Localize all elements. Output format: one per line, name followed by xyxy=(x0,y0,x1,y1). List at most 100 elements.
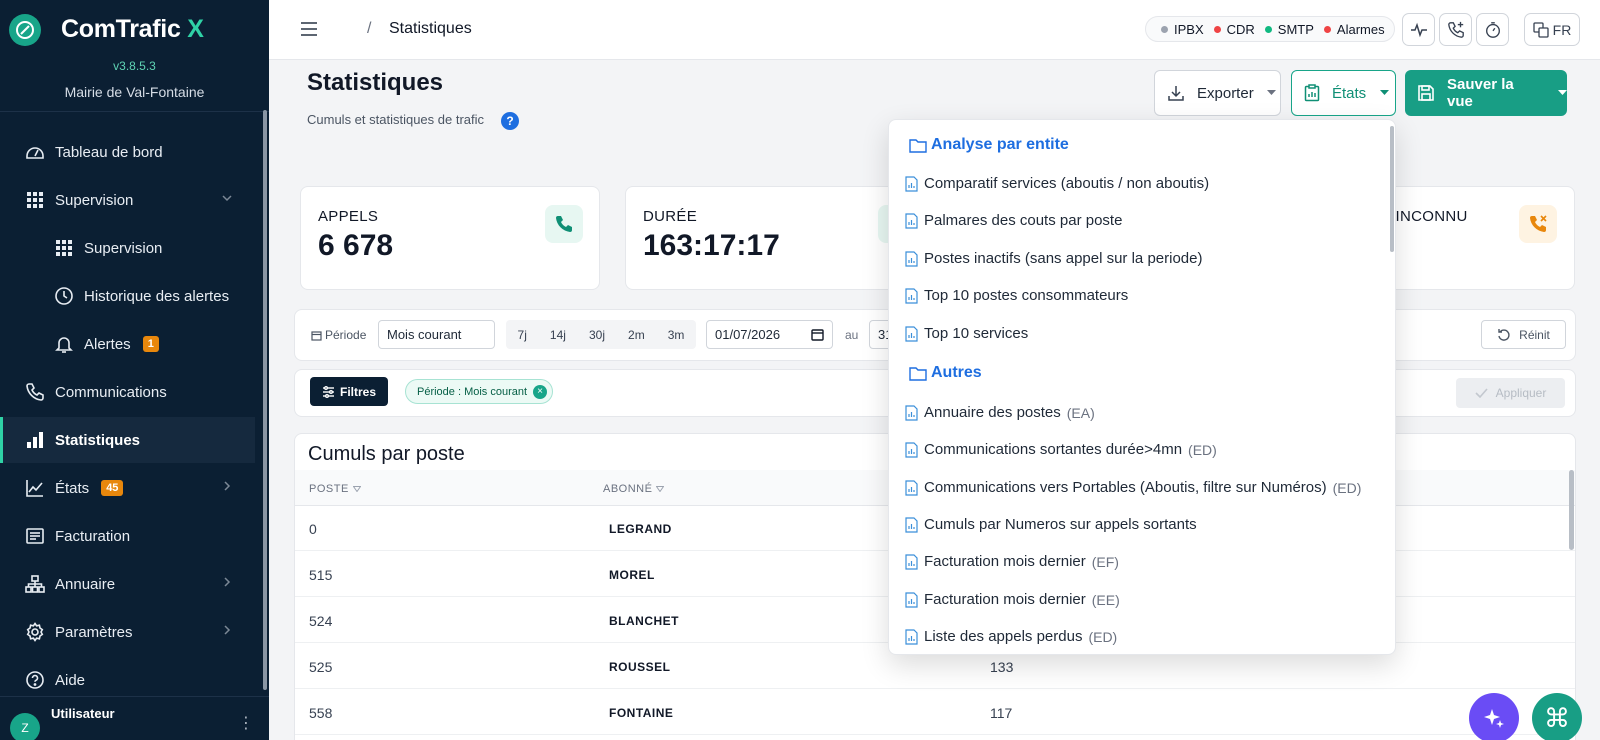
etats-button[interactable]: États xyxy=(1291,70,1396,116)
dropdown-scrollbar[interactable] xyxy=(1390,126,1394,252)
sidebar-subitem-alertes[interactable]: Alertes 1 xyxy=(0,321,255,367)
date-range-au: au xyxy=(845,328,859,342)
user-panel[interactable]: Z Utilisateur ⋮ xyxy=(0,696,269,740)
report-label: Communications vers Portables (Aboutis, … xyxy=(924,479,1327,496)
apply-label: Appliquer xyxy=(1495,386,1547,400)
quick-range-group: 7j 14j 30j 2m 3m xyxy=(506,320,696,349)
apply-button[interactable]: Appliquer xyxy=(1456,378,1565,408)
sidebar-subitem-supervision[interactable]: Supervision xyxy=(0,225,255,271)
cell-abonne: ROUSSEL xyxy=(609,660,671,674)
export-button[interactable]: Exporter xyxy=(1154,70,1281,116)
dropdown-group-autres: Autres xyxy=(909,364,982,382)
table-row[interactable]: 558 FONTAINE 117 xyxy=(295,690,1575,735)
report-code: (EA) xyxy=(1066,404,1095,421)
report-item[interactable]: Liste des appels perdus (ED) xyxy=(905,628,1117,645)
activity-button[interactable] xyxy=(1402,13,1435,46)
sidebar-item-annuaire[interactable]: Annuaire xyxy=(0,561,255,607)
sidebar-subitem-historique-alertes[interactable]: Historique des alertes xyxy=(0,273,255,319)
report-label: Cumuls par Numeros sur appels sortants xyxy=(924,516,1197,533)
etats-count-badge: 45 xyxy=(101,480,124,496)
report-file-icon xyxy=(905,175,918,192)
report-icon xyxy=(1304,84,1320,102)
phone-icon xyxy=(545,205,583,243)
etats-dropdown-menu: Analyse par entite Comparatif services (… xyxy=(888,119,1396,655)
bar-chart-icon xyxy=(24,429,46,451)
service-status: IPBX CDR SMTP Alarmes xyxy=(1145,16,1395,42)
phone-missed-icon xyxy=(1519,205,1557,243)
report-file-icon xyxy=(905,516,918,533)
sidebar-item-communications[interactable]: Communications xyxy=(0,369,255,415)
sidebar-item-label: Supervision xyxy=(55,191,134,209)
filtres-label: Filtres xyxy=(339,384,376,399)
caret-down-icon xyxy=(1558,90,1567,96)
report-item[interactable]: Facturation mois dernier (EF) xyxy=(905,553,1119,570)
report-file-icon xyxy=(905,250,918,267)
report-item[interactable]: Cumuls par Numeros sur appels sortants xyxy=(905,516,1203,533)
report-item[interactable]: Top 10 postes consommateurs xyxy=(905,287,1128,304)
period-select[interactable]: Mois courant xyxy=(378,320,495,349)
chip-close-icon[interactable]: × xyxy=(533,384,548,399)
cell-abonne: FONTAINE xyxy=(609,706,674,720)
call-add-button[interactable] xyxy=(1439,13,1472,46)
report-file-icon xyxy=(905,404,918,421)
status-alarmes: Alarmes xyxy=(1336,21,1385,37)
report-item[interactable]: Postes inactifs (sans appel sur la perio… xyxy=(905,250,1202,267)
menu-toggle-icon[interactable] xyxy=(300,21,318,37)
sidebar-item-tableau-de-bord[interactable]: Tableau de bord xyxy=(0,129,255,175)
column-header-abonne[interactable]: ABONNÉ xyxy=(603,483,665,495)
more-vertical-icon[interactable]: ⋮ xyxy=(238,713,254,733)
language-button[interactable]: FR xyxy=(1524,13,1580,46)
report-file-icon xyxy=(905,628,918,645)
command-palette-button[interactable]: ⌘ xyxy=(1532,693,1582,740)
group-label: Autres xyxy=(931,364,982,381)
ai-assistant-button[interactable] xyxy=(1469,693,1519,740)
report-label: Annuaire des postes xyxy=(924,404,1061,421)
quick-range-3m[interactable]: 3m xyxy=(668,328,685,342)
invoice-icon xyxy=(24,525,46,547)
quick-range-2m[interactable]: 2m xyxy=(628,328,645,342)
calendar-icon[interactable] xyxy=(811,328,824,341)
sidebar-item-parametres[interactable]: Paramètres xyxy=(0,609,255,655)
timer-button[interactable] xyxy=(1476,13,1509,46)
sidebar-item-label: Aide xyxy=(55,671,86,689)
translate-icon xyxy=(1533,21,1549,38)
org-chart-icon xyxy=(24,573,46,595)
filtres-button[interactable]: Filtres xyxy=(310,377,388,406)
sidebar-item-label: Facturation xyxy=(55,527,131,545)
report-label: Postes inactifs (sans appel sur la perio… xyxy=(924,250,1203,267)
status-smtp: SMTP xyxy=(1277,21,1314,37)
report-item[interactable]: Communications sortantes durée>4mn (ED) xyxy=(905,441,1217,458)
report-item[interactable]: Top 10 services xyxy=(905,325,1028,342)
breadcrumb: Statistiques xyxy=(389,20,472,37)
report-code: (ED) xyxy=(1188,441,1217,458)
sidebar-scrollbar[interactable] xyxy=(263,110,267,690)
sidebar-item-etats[interactable]: États 45 xyxy=(0,465,255,511)
report-label: Facturation mois dernier xyxy=(924,553,1086,570)
save-view-button[interactable]: Sauver la vue xyxy=(1405,70,1567,116)
column-header-poste[interactable]: POSTE xyxy=(309,483,361,495)
sidebar-item-statistiques[interactable]: Statistiques xyxy=(0,417,255,463)
report-item[interactable]: Palmares des couts par poste xyxy=(905,212,1122,229)
report-item[interactable]: Annuaire des postes (EA) xyxy=(905,404,1095,421)
stopwatch-icon xyxy=(1484,21,1502,39)
user-name: Utilisateur xyxy=(51,706,115,721)
help-icon[interactable]: ? xyxy=(501,112,519,130)
table-scrollbar[interactable] xyxy=(1569,470,1574,550)
sidebar-item-supervision[interactable]: Supervision xyxy=(0,177,255,223)
date-from-input[interactable]: 01/07/2026 xyxy=(706,320,833,349)
quick-range-30j[interactable]: 30j xyxy=(589,328,605,342)
download-icon xyxy=(1167,84,1185,102)
export-label: Exporter xyxy=(1197,84,1254,102)
report-label: Facturation mois dernier xyxy=(924,591,1086,608)
quick-range-14j[interactable]: 14j xyxy=(550,328,566,342)
quick-range-7j[interactable]: 7j xyxy=(518,328,527,342)
report-item[interactable]: Facturation mois dernier (EE) xyxy=(905,591,1120,608)
report-item[interactable]: Communications vers Portables (Aboutis, … xyxy=(905,479,1361,496)
reset-button[interactable]: Réinit xyxy=(1481,320,1566,349)
report-file-icon xyxy=(905,553,918,570)
chevron-right-icon xyxy=(221,576,233,588)
report-item[interactable]: Comparatif services (aboutis / non about… xyxy=(905,175,1209,192)
sidebar-item-label: Tableau de bord xyxy=(55,143,163,161)
sidebar-item-facturation[interactable]: Facturation xyxy=(0,513,255,559)
report-label: Comparatif services (aboutis / non about… xyxy=(924,175,1210,192)
